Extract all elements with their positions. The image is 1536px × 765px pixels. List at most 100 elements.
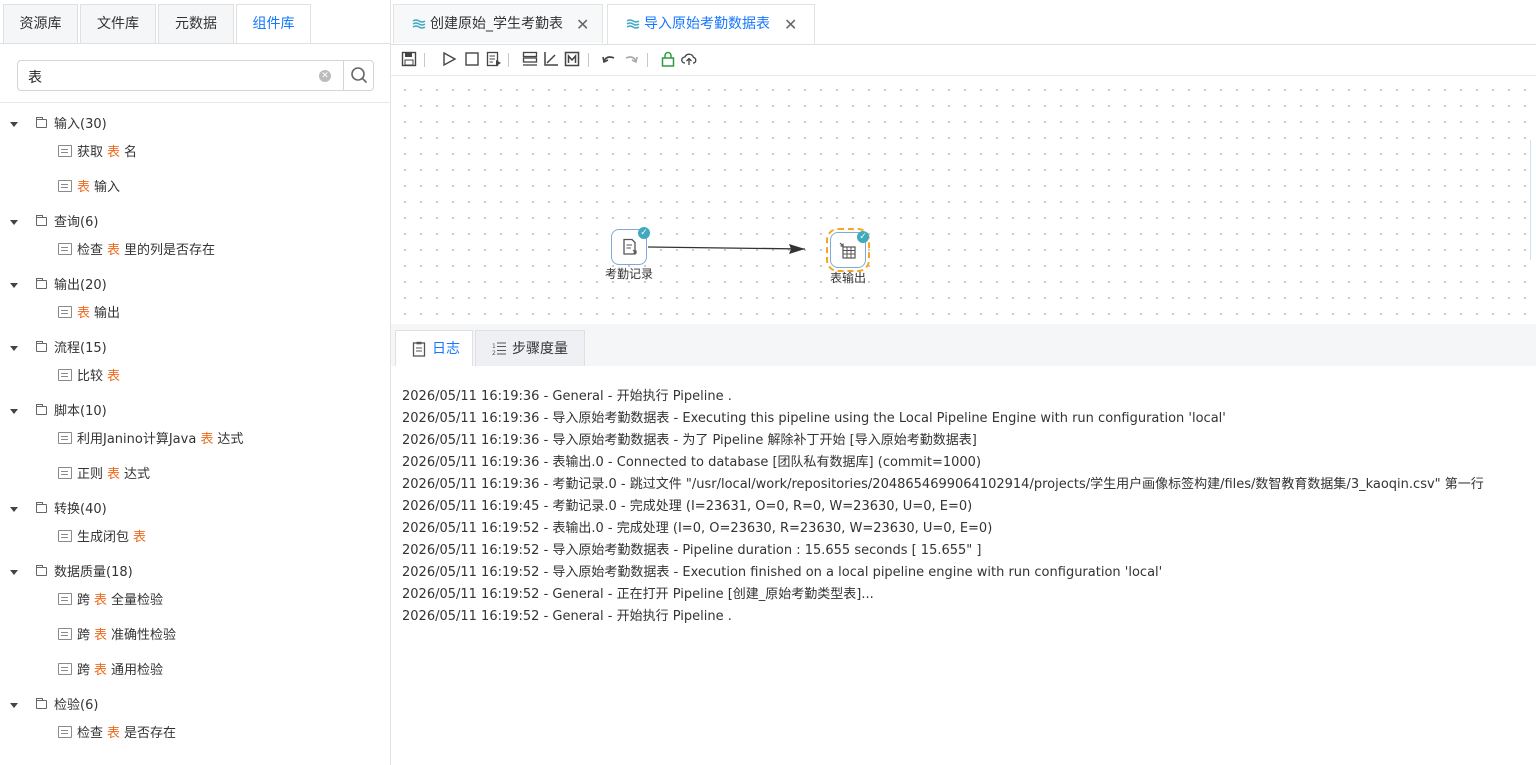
log-line: 2026/05/11 16:19:36 - 表输出.0 - Connected … [402, 455, 982, 470]
close-icon[interactable]: ✕ [576, 5, 589, 44]
tree-category-data-quality[interactable]: 数据质量(18) [54, 563, 133, 583]
log-line: 2026/05/11 16:19:52 - General - 开始执行 Pip… [402, 609, 732, 624]
success-check-icon: ✓ [638, 227, 650, 239]
tree-item-regex-expression[interactable]: 正则表达式 [58, 465, 150, 485]
folder-icon [36, 215, 47, 226]
layout-icon[interactable] [522, 51, 538, 67]
redo-icon[interactable] [623, 51, 639, 67]
tree-category-validation[interactable]: 检验(6) [54, 696, 98, 716]
tree-item-janino-expression[interactable]: 利用Janino计算Java 表达式 [58, 430, 243, 450]
log-line: 2026/05/11 16:19:45 - 考勤记录.0 - 完成处理 (I=2… [402, 499, 973, 514]
axis-icon[interactable] [543, 51, 559, 67]
bottom-tab-bar: 日志 12 步骤度量 [391, 324, 1536, 366]
search-button[interactable] [343, 61, 375, 90]
close-icon[interactable]: ✕ [784, 5, 797, 44]
tree-item-cross-table-accuracy-check[interactable]: 跨表准确性检验 [58, 626, 176, 646]
tab-label: 步骤度量 [512, 341, 568, 357]
tab-files[interactable]: 文件库 [80, 4, 156, 43]
expand-caret-icon[interactable] [10, 346, 18, 351]
expand-caret-icon[interactable] [10, 220, 18, 225]
folder-icon [36, 341, 47, 352]
tab-divider [0, 43, 390, 44]
step-label: 表输出 [829, 271, 866, 285]
tree-item-cross-table-full-check[interactable]: 跨表全量检验 [58, 591, 163, 611]
expand-caret-icon[interactable] [10, 283, 18, 288]
tab-create-attendance-table[interactable]: 创建原始_学生考勤表 ✕ [393, 4, 603, 43]
search-icon [351, 67, 368, 84]
toolbar-divider [424, 53, 425, 67]
log-output[interactable]: 2026/05/11 16:19:36 - General - 开始执行 Pip… [402, 386, 1527, 628]
editor-tab-bar: 创建原始_学生考勤表 ✕ 导入原始考勤数据表 ✕ [391, 0, 1536, 45]
editor-area: 创建原始_学生考勤表 ✕ 导入原始考勤数据表 ✕ ✓ 考勤记录 ✓ 表输出 日志… [391, 0, 1536, 765]
expand-caret-icon[interactable] [10, 570, 18, 575]
log-line: 2026/05/11 16:19:52 - General - 正在打开 Pip… [402, 587, 874, 602]
tree-category-transform[interactable]: 转换(40) [54, 500, 107, 520]
tree-item-compare-tables[interactable]: 比较表 [58, 367, 124, 387]
log-line: 2026/05/11 16:19:52 - 表输出.0 - 完成处理 (I=0,… [402, 521, 993, 536]
tree-item-table-output[interactable]: 表输出 [58, 304, 120, 324]
clear-circle-icon[interactable]: ✕ [319, 70, 331, 82]
step-icon [58, 726, 72, 738]
tab-label: 导入原始考勤数据表 [644, 16, 770, 32]
stop-icon[interactable] [464, 51, 480, 67]
log-line: 2026/05/11 16:19:52 - 导入原始考勤数据表 - Execut… [402, 565, 1163, 580]
tab-repository[interactable]: 资源库 [3, 4, 78, 43]
toolbar-divider [647, 53, 648, 67]
run-icon[interactable] [441, 51, 457, 67]
save-icon[interactable] [401, 51, 417, 67]
tree-item-get-table-names[interactable]: 获取表名 [58, 143, 137, 163]
folder-icon [36, 404, 47, 415]
tree-category-lookup[interactable]: 查询(6) [54, 213, 98, 233]
table-output-icon [839, 242, 856, 259]
log-line: 2026/05/11 16:19:36 - General - 开始执行 Pip… [402, 389, 732, 404]
tree-item-column-exists[interactable]: 检查表里的列是否存在 [58, 241, 215, 261]
tree-item-cross-table-general-check[interactable]: 跨表通用检验 [58, 661, 163, 681]
folder-icon [36, 565, 47, 576]
step-icon [58, 663, 72, 675]
toolbar-divider [508, 53, 509, 67]
tab-log[interactable]: 日志 [395, 330, 473, 366]
expand-caret-icon[interactable] [10, 409, 18, 414]
tree-category-script[interactable]: 脚本(10) [54, 402, 107, 422]
expand-caret-icon[interactable] [10, 703, 18, 708]
component-panel: 资源库 文件库 元数据 组件库 ✕ 输入(30) 获取表名 表输入 查询(6) … [0, 0, 391, 765]
tree-item-table-exists[interactable]: 检查表是否存在 [58, 724, 176, 744]
folder-icon [36, 117, 47, 128]
numbered-list-icon: 12 [492, 342, 506, 357]
expand-caret-icon[interactable] [10, 122, 18, 127]
folder-icon [36, 698, 47, 709]
log-line: 2026/05/11 16:19:52 - 导入原始考勤数据表 - Pipeli… [402, 543, 982, 558]
lock-icon[interactable] [660, 51, 676, 67]
tree-category-input[interactable]: 输入(30) [54, 115, 107, 135]
tab-label: 创建原始_学生考勤表 [430, 16, 563, 32]
tree-item-table-input[interactable]: 表输入 [58, 178, 120, 198]
log-line: 2026/05/11 16:19:36 - 导入原始考勤数据表 - 为了 Pip… [402, 433, 977, 448]
tab-step-metrics[interactable]: 12 步骤度量 [475, 330, 585, 366]
preview-icon[interactable] [486, 51, 502, 67]
log-line: 2026/05/11 16:19:36 - 导入原始考勤数据表 - Execut… [402, 411, 1226, 426]
pipeline-icon [412, 19, 426, 29]
tab-import-attendance-data[interactable]: 导入原始考勤数据表 ✕ [607, 4, 815, 44]
upload-icon[interactable] [681, 51, 697, 67]
folder-icon [36, 278, 47, 289]
tree-category-output[interactable]: 输出(20) [54, 276, 107, 296]
step-icon [58, 530, 72, 542]
toolbar-divider [588, 53, 589, 67]
search-input[interactable] [26, 65, 315, 88]
tab-metadata[interactable]: 元数据 [158, 4, 234, 43]
pipeline-canvas[interactable]: ✓ 考勤记录 ✓ 表输出 [391, 76, 1536, 324]
step-icon [58, 306, 72, 318]
expand-caret-icon[interactable] [10, 507, 18, 512]
step-icon [58, 369, 72, 381]
search-box: ✕ [17, 60, 374, 91]
step-icon [58, 467, 72, 479]
tree-category-flow[interactable]: 流程(15) [54, 339, 107, 359]
undo-icon[interactable] [601, 51, 617, 67]
csv-input-icon [623, 238, 637, 255]
step-label: 考勤记录 [604, 267, 653, 281]
metrics-icon[interactable] [564, 51, 580, 67]
tree-item-closure-table[interactable]: 生成闭包表 [58, 528, 150, 548]
tab-components[interactable]: 组件库 [236, 4, 311, 43]
hop-connector[interactable] [391, 76, 1536, 324]
step-icon [58, 145, 72, 157]
